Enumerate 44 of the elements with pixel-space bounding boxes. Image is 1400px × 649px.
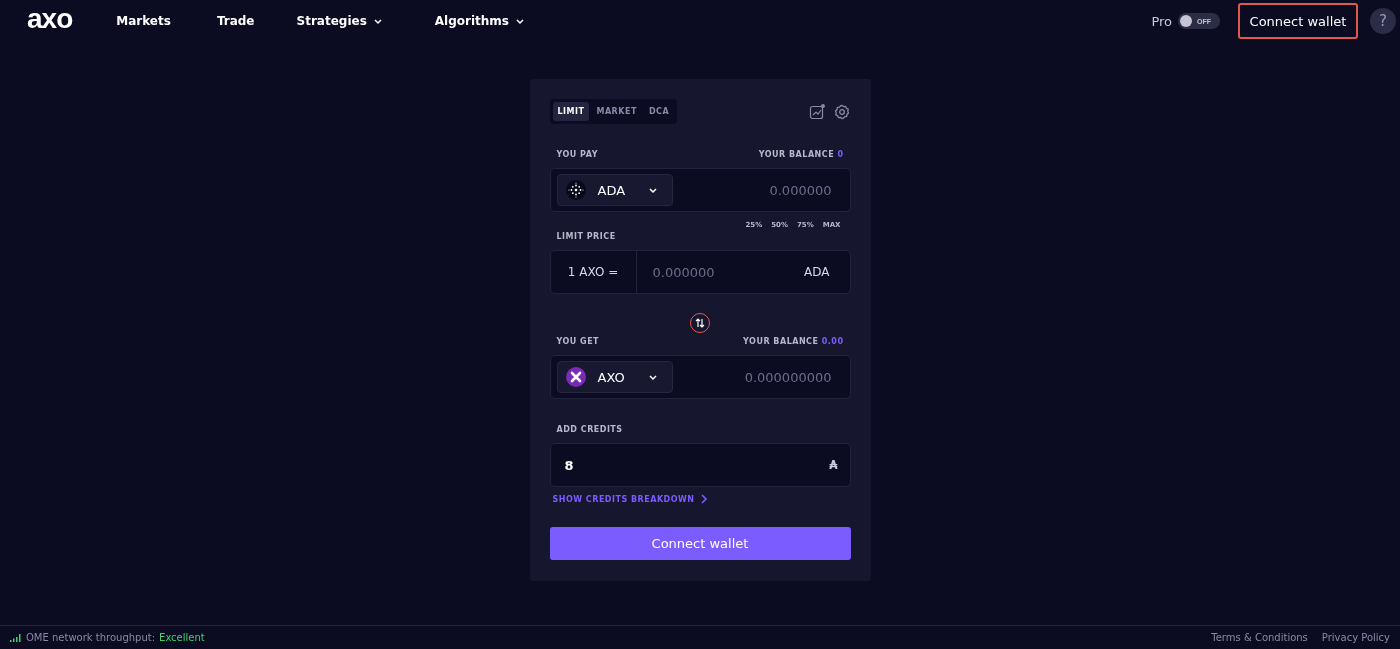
chevron-down-icon bbox=[515, 17, 525, 25]
logo[interactable]: axo bbox=[27, 5, 73, 33]
field-label: ADD CREDITS bbox=[556, 425, 623, 434]
token-icon bbox=[565, 180, 586, 200]
status-label: OME network throughput: bbox=[26, 632, 156, 643]
footer-link[interactable]: Terms & Conditions bbox=[1211, 632, 1308, 643]
field-label: YOU GET bbox=[556, 337, 600, 346]
swap-arrows-icon bbox=[695, 318, 705, 328]
settings-icon bbox=[833, 103, 850, 120]
order-tab[interactable]: MARKET bbox=[591, 102, 642, 121]
token-selector[interactable]: AXO bbox=[556, 361, 673, 393]
token-icon bbox=[565, 367, 586, 387]
unit-label: ADA bbox=[804, 265, 831, 279]
amount-input[interactable]: 0.000000000 bbox=[672, 368, 844, 386]
nav-link[interactable]: Markets bbox=[116, 14, 171, 28]
credits-field[interactable]: 8 ₳ bbox=[549, 443, 851, 487]
nav-link[interactable]: Strategies bbox=[296, 14, 389, 28]
nav-link[interactable]: Algorithms bbox=[434, 14, 531, 28]
help-button[interactable]: ? bbox=[1370, 8, 1396, 34]
chart-icon bbox=[808, 103, 825, 120]
connect-wallet-button[interactable]: Connect wallet bbox=[549, 527, 851, 560]
credits-input[interactable]: 8 bbox=[562, 456, 830, 474]
connect-wallet-button[interactable]: Connect wallet bbox=[1238, 3, 1358, 39]
nav-link[interactable]: Trade bbox=[216, 14, 255, 28]
token-selector[interactable]: ADA bbox=[556, 174, 673, 206]
price-input[interactable]: 0.000000 bbox=[636, 263, 805, 281]
order-tab[interactable]: LIMIT bbox=[552, 102, 590, 121]
order-tab[interactable]: DCA bbox=[643, 102, 675, 121]
currency-symbol: ₳ bbox=[829, 458, 838, 472]
amount-input[interactable]: 0.000000 bbox=[672, 181, 844, 199]
field-label: LIMIT PRICE bbox=[556, 232, 616, 241]
chevron-down-icon bbox=[372, 17, 383, 25]
footer-link[interactable]: Privacy Policy bbox=[1321, 632, 1390, 643]
status-value: Excellent bbox=[159, 632, 205, 643]
pro-label: Pro bbox=[1151, 13, 1172, 29]
balance-text: YOUR BALANCE 0.00 bbox=[743, 337, 844, 346]
credits-breakdown-link[interactable]: SHOW CREDITS BREAKDOWN bbox=[552, 494, 708, 504]
balance-text: YOUR BALANCE 0 bbox=[758, 150, 844, 159]
chevron-right-icon bbox=[699, 494, 708, 504]
signal-icon bbox=[10, 633, 22, 642]
chevron-down-icon bbox=[647, 186, 658, 194]
chevron-down-icon bbox=[647, 373, 658, 381]
price-prefix: 1 AXO = bbox=[550, 251, 637, 293]
field-label: YOU PAY bbox=[556, 150, 598, 159]
